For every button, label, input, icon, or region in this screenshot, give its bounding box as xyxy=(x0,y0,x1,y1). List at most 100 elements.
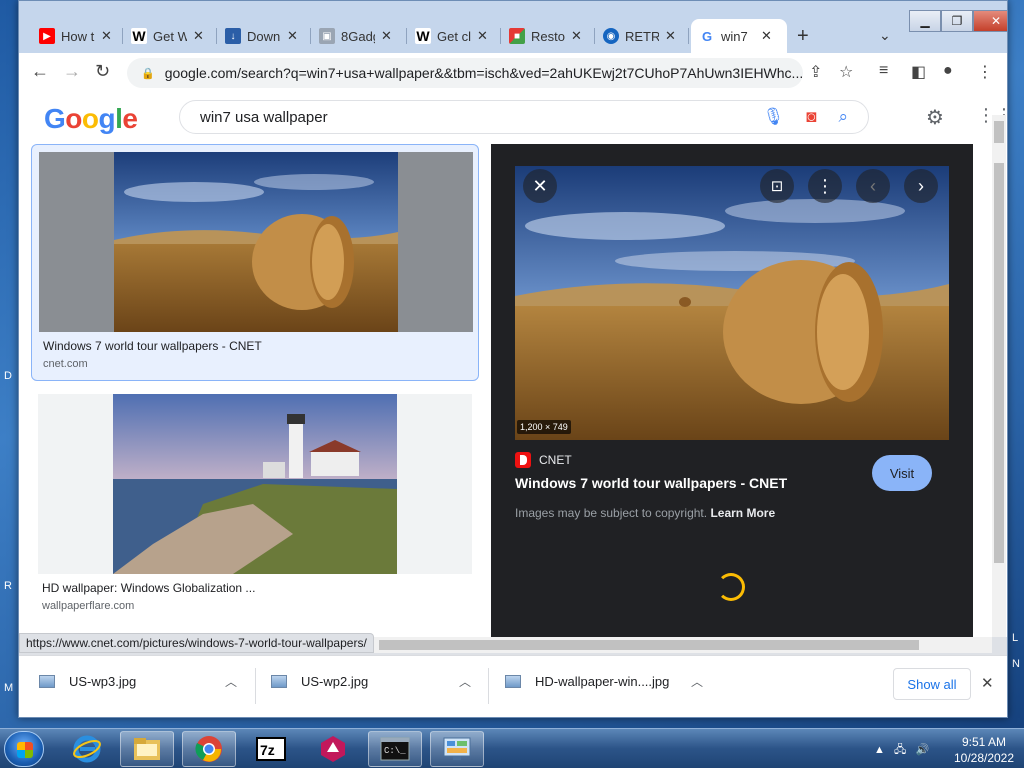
new-tab-button[interactable]: + xyxy=(797,25,809,48)
tab-1[interactable]: W Get W ✕ xyxy=(123,19,217,53)
more-options-icon[interactable]: ⋮ xyxy=(808,169,842,203)
image-result-1[interactable]: Windows 7 world tour wallpapers - CNET c… xyxy=(31,144,479,381)
tab-5[interactable]: ■ Resto ✕ xyxy=(501,19,595,53)
visit-button[interactable]: Visit xyxy=(872,455,932,491)
scrollbar-thumb[interactable] xyxy=(379,640,919,650)
system-tray-icons[interactable]: ▲ 🖧 🔊 xyxy=(874,741,929,760)
clock-time: 9:51 AM xyxy=(961,735,1007,749)
result-source[interactable]: wallpaperflare.com xyxy=(42,600,134,612)
reload-icon[interactable]: ↻ xyxy=(95,61,110,82)
download-filename[interactable]: US-wp3.jpg xyxy=(69,674,136,689)
close-tab-icon[interactable]: ✕ xyxy=(287,28,298,44)
search-icon[interactable]: ⌕ xyxy=(838,107,848,127)
chrome-icon[interactable] xyxy=(182,731,236,767)
download-filename[interactable]: US-wp2.jpg xyxy=(301,674,368,689)
close-preview-icon[interactable]: ✕ xyxy=(523,169,557,203)
result-title[interactable]: HD wallpaper: Windows Globalization ... xyxy=(42,581,255,595)
tab-label: RETR xyxy=(625,28,659,44)
maximize-button[interactable]: ❐ xyxy=(941,10,973,32)
chevron-left-icon[interactable]: ‹ xyxy=(856,169,890,203)
bookmark-star-icon[interactable]: ☆ xyxy=(839,62,853,82)
scrollbar-thumb[interactable] xyxy=(994,163,1004,563)
image-file-icon xyxy=(39,675,55,688)
control-panel-icon[interactable] xyxy=(430,731,484,767)
tab-7-active[interactable]: G win7 ✕ xyxy=(691,19,787,53)
chevron-up-icon[interactable]: ︿ xyxy=(691,673,703,690)
result-title[interactable]: Windows 7 world tour wallpapers - CNET xyxy=(43,339,262,353)
7zip-icon[interactable]: 7z xyxy=(244,731,298,767)
tab-4[interactable]: W Get cl ✕ xyxy=(407,19,501,53)
command-prompt-icon[interactable]: C:\_ xyxy=(368,731,422,767)
download-item[interactable]: HD-wallpaper-win....jpg ︿ xyxy=(505,674,703,689)
wikipedia-w-icon: W xyxy=(415,28,431,44)
address-url[interactable]: google.com/search?q=win7+usa+wallpaper&&… xyxy=(165,65,803,81)
microphone-icon[interactable]: 🎙 xyxy=(763,107,785,127)
close-window-button[interactable]: ✕ xyxy=(973,10,1007,32)
tab-label: Get W xyxy=(153,28,187,44)
desktop-icon-label: L xyxy=(1012,632,1019,644)
gear-icon[interactable]: ⚙ xyxy=(926,105,944,130)
search-input[interactable]: win7 usa wallpaper 🎙 ◙ ⌕ xyxy=(179,100,869,134)
learn-more-link[interactable]: Learn More xyxy=(710,506,775,520)
tab-6[interactable]: ◉ RETR ✕ xyxy=(595,19,689,53)
close-tab-icon[interactable]: ✕ xyxy=(381,28,392,44)
search-query[interactable]: win7 usa wallpaper xyxy=(200,109,328,126)
reading-list-icon[interactable]: ≡ xyxy=(879,62,888,80)
chevron-right-icon[interactable]: › xyxy=(904,169,938,203)
vertical-scrollbar[interactable] xyxy=(992,115,1006,637)
address-bar[interactable]: 🔒 google.com/search?q=win7+usa+wallpaper… xyxy=(127,58,803,88)
close-tab-icon[interactable]: ✕ xyxy=(101,28,112,44)
divider xyxy=(255,668,256,704)
preview-source[interactable]: CNET xyxy=(515,452,572,468)
image-result-2[interactable]: HD wallpaper: Windows Globalization ... … xyxy=(31,387,479,623)
lens-search-icon[interactable]: ⊡ xyxy=(760,169,794,203)
browser-menu-icon[interactable]: ⋮ xyxy=(977,62,993,82)
close-tab-icon[interactable]: ✕ xyxy=(477,28,488,44)
download-shelf: US-wp3.jpg ︿ US-wp2.jpg ︿ HD-wallpaper-w… xyxy=(19,655,1007,717)
source-name[interactable]: CNET xyxy=(539,453,572,467)
app-launcher-icon[interactable] xyxy=(306,731,360,767)
close-tab-icon[interactable]: ✕ xyxy=(665,28,676,44)
side-panel-icon[interactable]: ◧ xyxy=(911,62,926,82)
file-explorer-icon[interactable] xyxy=(120,731,174,767)
tab-label: Down xyxy=(247,28,281,44)
download-item[interactable]: US-wp3.jpg ︿ xyxy=(39,674,237,689)
start-button[interactable] xyxy=(4,731,44,767)
profile-avatar-icon[interactable]: ● xyxy=(943,62,953,80)
close-tab-icon[interactable]: ✕ xyxy=(571,28,582,44)
result-source[interactable]: cnet.com xyxy=(43,358,88,370)
svg-text:C:\_: C:\_ xyxy=(384,746,406,756)
desktop-icon-label: R xyxy=(4,580,12,592)
chevron-up-icon[interactable]: ︿ xyxy=(225,673,237,690)
camera-lens-icon[interactable]: ◙ xyxy=(806,107,816,127)
close-shelf-icon[interactable]: ✕ xyxy=(981,674,994,692)
google-logo[interactable]: Google xyxy=(44,103,138,135)
tab-3[interactable]: ▣ 8Gadg ✕ xyxy=(311,19,407,53)
wikipedia-w-icon: W xyxy=(131,28,147,44)
forward-arrow-icon[interactable]: → xyxy=(63,61,81,82)
hay-bale-thumbnail[interactable] xyxy=(114,152,398,332)
tab-2[interactable]: ↓ Down ✕ xyxy=(217,19,311,53)
minimize-button[interactable]: ▁ xyxy=(909,10,941,32)
download-filename[interactable]: HD-wallpaper-win....jpg xyxy=(535,674,669,689)
close-tab-icon[interactable]: ✕ xyxy=(193,28,204,44)
restore-icon: ■ xyxy=(509,28,525,44)
preview-title[interactable]: Windows 7 world tour wallpapers - CNET xyxy=(515,475,787,491)
show-all-button[interactable]: Show all xyxy=(893,668,971,700)
download-item[interactable]: US-wp2.jpg ︿ xyxy=(271,674,471,689)
internet-explorer-icon[interactable] xyxy=(60,731,114,767)
back-arrow-icon[interactable]: ← xyxy=(31,61,49,82)
close-tab-icon[interactable]: ✕ xyxy=(761,28,772,44)
tab-0[interactable]: ▶ How t ✕ xyxy=(31,19,123,53)
chevron-up-icon[interactable]: ︿ xyxy=(459,673,471,690)
tab-search-chevron-icon[interactable]: ⌄ xyxy=(879,27,891,44)
scrollbar-thumb[interactable] xyxy=(994,121,1004,143)
lighthouse-thumbnail[interactable] xyxy=(113,394,397,574)
taskbar-clock[interactable]: 9:51 AM 10/28/2022 xyxy=(950,734,1018,766)
download-page-icon: ↓ xyxy=(225,28,241,44)
tab-label: 8Gadg xyxy=(341,28,375,44)
divider xyxy=(488,668,489,704)
preview-image[interactable] xyxy=(515,166,949,440)
loading-spinner-icon xyxy=(717,573,745,601)
share-icon[interactable]: ⇪ xyxy=(809,62,822,82)
